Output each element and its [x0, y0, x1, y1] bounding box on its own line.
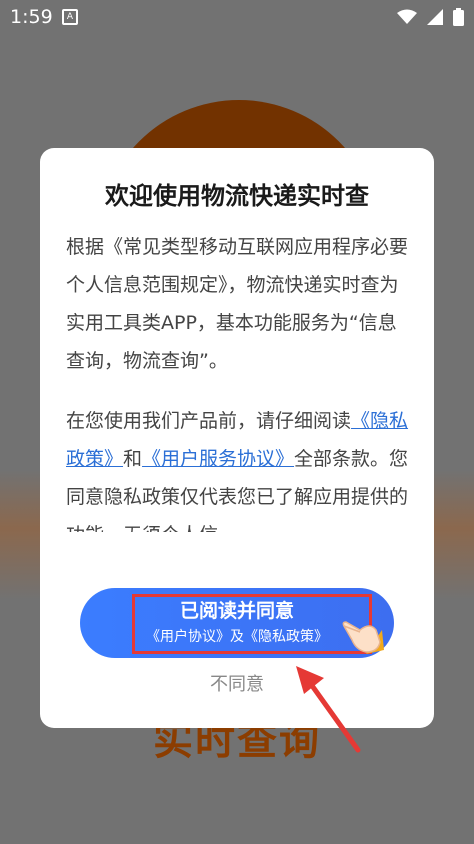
dialog-paragraph-2: 在您使用我们产品前，请仔细阅读《隐私政策》和《用户服务协议》全部条款。您同意隐私…: [66, 402, 410, 532]
user-service-agreement-link[interactable]: 《用户服务协议》: [142, 448, 294, 470]
dialog-paragraph-1: 根据《常见类型移动互联网应用程序必要个人信息范围规定》，物流快递实时查为实用工具…: [66, 236, 409, 372]
battery-icon: [453, 8, 464, 26]
pointing-hand-icon: [342, 621, 384, 654]
disagree-button[interactable]: 不同意: [40, 670, 434, 696]
paragraph2-conjunction: 和: [123, 448, 143, 470]
status-bar: 1:59 A: [0, 0, 474, 36]
notification-icon: A: [62, 9, 78, 25]
arrow-icon: [296, 666, 361, 753]
status-icons: [397, 8, 464, 26]
wifi-icon: [397, 9, 417, 24]
paragraph2-prefix: 在您使用我们产品前，请仔细阅读: [66, 410, 352, 432]
signal-icon: [427, 9, 443, 25]
dialog-body[interactable]: 根据《常见类型移动互联网应用程序必要个人信息范围规定》，物流快递实时查为实用工具…: [66, 228, 410, 532]
status-time: 1:59: [10, 6, 53, 28]
dialog-title: 欢迎使用物流快递实时查: [105, 182, 369, 210]
privacy-dialog: 欢迎使用物流快递实时查 根据《常见类型移动互联网应用程序必要个人信息范围规定》，…: [40, 148, 434, 728]
